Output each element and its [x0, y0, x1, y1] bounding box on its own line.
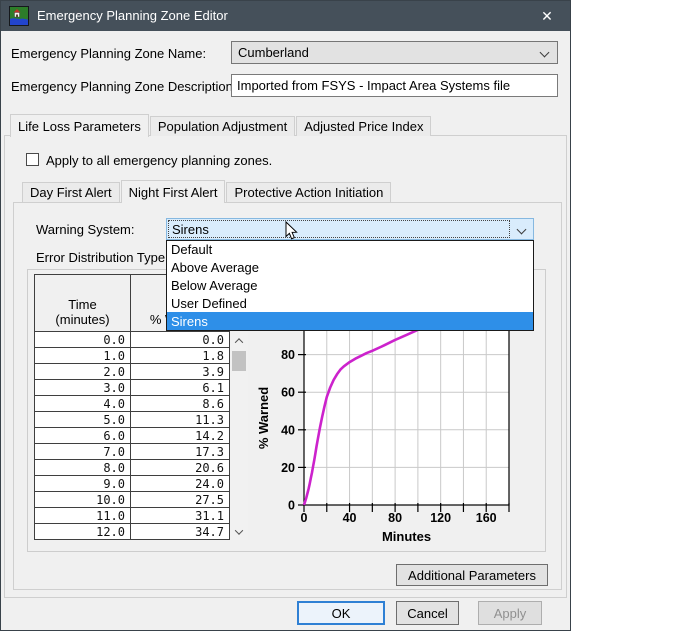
tab-protective-action-initiation[interactable]: Protective Action Initiation	[226, 182, 391, 202]
zone-description-input[interactable]: Imported from FSYS - Impact Area Systems…	[231, 74, 558, 97]
time-cell[interactable]: 12.0	[35, 524, 131, 539]
table-row[interactable]: 5.011.3	[35, 411, 229, 427]
svg-text:0: 0	[301, 511, 308, 525]
focus-rect	[168, 220, 510, 238]
svg-text:120: 120	[430, 511, 451, 525]
table-row[interactable]: 6.014.2	[35, 427, 229, 443]
table-row[interactable]: 3.06.1	[35, 379, 229, 395]
time-cell[interactable]: 8.0	[35, 460, 131, 475]
svg-text:% Warned: % Warned	[256, 387, 271, 449]
warning-system-option-user-defined[interactable]: User Defined	[167, 294, 533, 312]
time-cell[interactable]: 2.0	[35, 364, 131, 379]
time-cell[interactable]: 10.0	[35, 492, 131, 507]
tab-population-adjustment[interactable]: Population Adjustment	[150, 116, 295, 136]
table-row[interactable]: 12.034.7	[35, 523, 229, 539]
warning-system-combobox[interactable]: Sirens	[166, 218, 534, 240]
warning-curve-table[interactable]: 0.00.01.01.82.03.93.06.14.08.65.011.36.0…	[34, 332, 230, 540]
svg-text:40: 40	[343, 511, 357, 525]
zone-name-select[interactable]: Cumberland	[231, 41, 558, 64]
time-cell[interactable]: 7.0	[35, 444, 131, 459]
table-row[interactable]: 1.01.8	[35, 347, 229, 363]
svg-text:80: 80	[388, 511, 402, 525]
chevron-down-icon	[517, 225, 527, 235]
zone-name-label: Emergency Planning Zone Name:	[11, 46, 206, 61]
zone-description-value: Imported from FSYS - Impact Area Systems…	[237, 78, 510, 93]
svg-text:Minutes: Minutes	[382, 529, 431, 544]
window-title: Emergency Planning Zone Editor	[37, 1, 228, 31]
percent-warned-cell[interactable]: 6.1	[131, 380, 229, 395]
warning-system-dropdown-list: DefaultAbove AverageBelow AverageUser De…	[166, 240, 534, 331]
table-row[interactable]: 8.020.6	[35, 459, 229, 475]
warning-system-option-below-average[interactable]: Below Average	[167, 277, 533, 295]
time-cell[interactable]: 1.0	[35, 348, 131, 363]
percent-warned-cell[interactable]: 0.0	[131, 332, 229, 347]
tab-day-first-alert[interactable]: Day First Alert	[22, 182, 120, 202]
percent-warned-cell[interactable]: 8.6	[131, 396, 229, 411]
time-cell[interactable]: 6.0	[35, 428, 131, 443]
column-header-text: (minutes)	[55, 312, 109, 327]
svg-text:40: 40	[281, 423, 295, 437]
warning-system-option-above-average[interactable]: Above Average	[167, 259, 533, 277]
column-header-text: Time	[68, 297, 96, 312]
outer-tab-strip: Life Loss ParametersPopulation Adjustmen…	[10, 113, 432, 136]
cancel-button[interactable]: Cancel	[396, 601, 459, 625]
tab-night-first-alert[interactable]: Night First Alert	[121, 180, 226, 203]
apply-button: Apply	[478, 601, 542, 625]
percent-warned-cell[interactable]: 20.6	[131, 460, 229, 475]
time-cell[interactable]: 5.0	[35, 412, 131, 427]
scrollbar-track[interactable]	[230, 349, 248, 523]
time-cell[interactable]: 4.0	[35, 396, 131, 411]
chevron-down-icon	[540, 48, 550, 58]
scrollbar-down-icon[interactable]	[230, 523, 248, 540]
percent-warned-cell[interactable]: 1.8	[131, 348, 229, 363]
svg-text:20: 20	[281, 461, 295, 475]
table-row[interactable]: 7.017.3	[35, 443, 229, 459]
percent-warned-cell[interactable]: 14.2	[131, 428, 229, 443]
table-row[interactable]: 11.031.1	[35, 507, 229, 523]
apply-all-zones-label: Apply to all emergency planning zones.	[46, 153, 272, 168]
time-cell[interactable]: 0.0	[35, 332, 131, 347]
table-row[interactable]: 4.08.6	[35, 395, 229, 411]
zone-name-value: Cumberland	[238, 45, 309, 60]
svg-text:160: 160	[476, 511, 497, 525]
inner-tab-strip: Day First AlertNight First AlertProtecti…	[22, 179, 392, 202]
apply-all-zones-checkbox[interactable]	[26, 153, 39, 166]
emergency-planning-zone-editor-dialog: Emergency Planning Zone Editor ✕ Emergen…	[0, 0, 571, 631]
percent-warned-cell[interactable]: 27.5	[131, 492, 229, 507]
time-cell[interactable]: 9.0	[35, 476, 131, 491]
error-distribution-type-label: Error Distribution Type:	[36, 250, 169, 265]
table-header-time: Time(minutes)	[34, 274, 131, 332]
percent-warned-cell[interactable]: 31.1	[131, 508, 229, 523]
svg-text:80: 80	[281, 348, 295, 362]
percent-warned-cell[interactable]: 17.3	[131, 444, 229, 459]
percent-warned-cell[interactable]: 34.7	[131, 524, 229, 539]
warning-curve-chart: 0 40 80 120 160 0 20 40 60 80 Minutes % Warned	[251, 311, 516, 556]
table-scrollbar[interactable]	[230, 332, 248, 540]
table-row[interactable]: 10.027.5	[35, 491, 229, 507]
percent-warned-cell[interactable]: 11.3	[131, 412, 229, 427]
tab-adjusted-price-index[interactable]: Adjusted Price Index	[296, 116, 431, 136]
scrollbar-thumb[interactable]	[232, 351, 246, 371]
time-cell[interactable]: 3.0	[35, 380, 131, 395]
warning-system-option-sirens[interactable]: Sirens	[167, 312, 533, 330]
warning-system-label: Warning System:	[36, 222, 135, 237]
time-cell[interactable]: 11.0	[35, 508, 131, 523]
svg-text:0: 0	[288, 499, 295, 513]
app-icon	[9, 6, 29, 26]
scrollbar-up-icon[interactable]	[230, 332, 248, 349]
ok-button[interactable]: OK	[297, 601, 385, 625]
percent-warned-cell[interactable]: 24.0	[131, 476, 229, 491]
svg-text:60: 60	[281, 386, 295, 400]
warning-system-option-default[interactable]: Default	[167, 241, 533, 259]
table-row[interactable]: 2.03.9	[35, 363, 229, 379]
table-row[interactable]: 9.024.0	[35, 475, 229, 491]
percent-warned-cell[interactable]: 3.9	[131, 364, 229, 379]
titlebar: Emergency Planning Zone Editor ✕	[1, 1, 570, 31]
zone-description-label: Emergency Planning Zone Description:	[11, 79, 236, 94]
table-row[interactable]: 0.00.0	[35, 332, 229, 347]
tab-life-loss-parameters[interactable]: Life Loss Parameters	[10, 114, 149, 137]
additional-parameters-button[interactable]: Additional Parameters	[396, 564, 548, 586]
close-icon[interactable]: ✕	[530, 1, 564, 31]
mouse-cursor-icon	[285, 221, 299, 241]
